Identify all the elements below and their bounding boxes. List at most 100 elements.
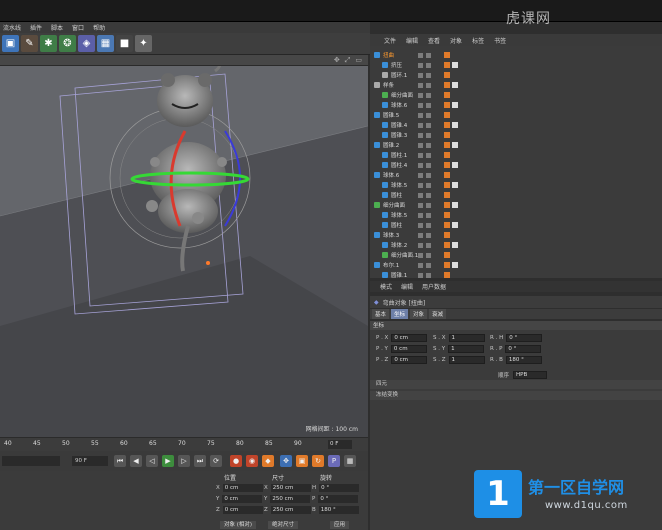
coordinate-input[interactable]: 0 ° bbox=[505, 345, 542, 353]
object-row[interactable]: 圆柱 bbox=[370, 190, 662, 200]
menu-item[interactable]: 书签 bbox=[494, 36, 506, 45]
apply-button[interactable]: 应用 bbox=[330, 521, 350, 529]
visibility-flags[interactable] bbox=[418, 242, 431, 248]
object-tags[interactable] bbox=[444, 162, 458, 169]
object-row[interactable]: 圆环.1 bbox=[370, 70, 662, 80]
object-row[interactable]: 圆锥.4 bbox=[370, 120, 662, 130]
visibility-flags[interactable] bbox=[418, 182, 431, 188]
object-row[interactable]: 球体.2 bbox=[370, 240, 662, 250]
object-row[interactable]: 布尔.1 bbox=[370, 260, 662, 270]
visibility-flags[interactable] bbox=[418, 262, 431, 268]
visibility-flags[interactable] bbox=[418, 102, 431, 108]
move-key-icon[interactable]: ✥ bbox=[280, 455, 292, 467]
quaternion-fold[interactable]: 四元 bbox=[370, 380, 662, 389]
play-icon[interactable]: ▶ bbox=[162, 455, 174, 467]
object-tags[interactable] bbox=[444, 142, 458, 149]
play-back-icon[interactable]: ◁ bbox=[146, 455, 158, 467]
visibility-flags[interactable] bbox=[418, 192, 431, 198]
object-tags[interactable] bbox=[444, 182, 458, 189]
attribute-subtab[interactable]: 基本 bbox=[372, 309, 390, 319]
visibility-flags[interactable] bbox=[418, 162, 431, 168]
timeline-ruler[interactable]: 0 F 40 45 50 55 60 65 70 75 80 85 90 bbox=[0, 437, 368, 451]
step-forward-icon[interactable]: ▷ bbox=[178, 455, 190, 467]
visibility-flags[interactable] bbox=[418, 52, 431, 58]
object-tags[interactable] bbox=[444, 272, 450, 279]
menu-item[interactable]: 文件 bbox=[384, 36, 396, 45]
object-tags[interactable] bbox=[444, 112, 450, 119]
object-row[interactable]: 样条 bbox=[370, 80, 662, 90]
visibility-flags[interactable] bbox=[418, 122, 431, 128]
object-row[interactable]: 圆柱.1 bbox=[370, 150, 662, 160]
object-tags[interactable] bbox=[444, 262, 458, 269]
object-tags[interactable] bbox=[444, 212, 450, 219]
visibility-flags[interactable] bbox=[418, 142, 431, 148]
menu-item[interactable]: 用户数据 bbox=[422, 282, 446, 291]
object-tags[interactable] bbox=[444, 202, 458, 209]
rotate-key-icon[interactable]: ↻ bbox=[312, 455, 324, 467]
object-row[interactable]: 挤压 bbox=[370, 60, 662, 70]
visibility-flags[interactable] bbox=[418, 132, 431, 138]
object-tags[interactable] bbox=[444, 252, 450, 259]
object-tags[interactable] bbox=[444, 172, 450, 179]
object-tags[interactable] bbox=[444, 62, 458, 69]
attribute-subtab[interactable]: 坐标 bbox=[391, 309, 409, 319]
light-icon[interactable]: ✦ bbox=[135, 35, 152, 52]
visibility-flags[interactable] bbox=[418, 172, 431, 178]
menu-item[interactable]: 帮助 bbox=[93, 23, 105, 32]
object-row[interactable]: 球体.6 bbox=[370, 170, 662, 180]
object-tags[interactable] bbox=[444, 132, 450, 139]
object-row[interactable]: 球体.3 bbox=[370, 230, 662, 240]
subdivision-icon[interactable]: ✱ bbox=[40, 35, 57, 52]
pen-icon[interactable]: ✎ bbox=[21, 35, 38, 52]
object-tags[interactable] bbox=[444, 242, 458, 249]
object-tags[interactable] bbox=[444, 102, 458, 109]
array-icon[interactable]: ❂ bbox=[59, 35, 76, 52]
maximize-view-icon[interactable]: ▭ bbox=[355, 56, 362, 65]
record-icon[interactable]: ● bbox=[230, 455, 242, 467]
coordinate-input[interactable]: 0 cm bbox=[391, 334, 428, 342]
object-tags[interactable] bbox=[444, 232, 450, 239]
visibility-flags[interactable] bbox=[418, 232, 431, 238]
keyframe-icon[interactable]: ◆ bbox=[262, 455, 274, 467]
param-key-icon[interactable]: P bbox=[328, 455, 340, 467]
object-row[interactable]: 圆柱.4 bbox=[370, 160, 662, 170]
object-row[interactable]: 圆锥.2 bbox=[370, 140, 662, 150]
current-frame[interactable]: 0 F bbox=[328, 440, 352, 449]
object-row[interactable]: 球体.5 bbox=[370, 180, 662, 190]
freeze-transform-fold[interactable]: 冻结变换 bbox=[370, 391, 662, 400]
menu-item[interactable]: 对象 bbox=[450, 36, 462, 45]
coord-input[interactable]: 250 cm bbox=[270, 506, 311, 514]
visibility-flags[interactable] bbox=[418, 62, 431, 68]
menu-item[interactable]: 标签 bbox=[472, 36, 484, 45]
visibility-flags[interactable] bbox=[418, 82, 431, 88]
loop-icon[interactable]: ⟳ bbox=[210, 455, 222, 467]
object-tags[interactable] bbox=[444, 92, 450, 99]
visibility-flags[interactable] bbox=[418, 72, 431, 78]
frame-start-field[interactable] bbox=[2, 456, 60, 466]
menu-item[interactable]: 插件 bbox=[30, 23, 42, 32]
step-back-icon[interactable]: ◀ bbox=[130, 455, 142, 467]
visibility-flags[interactable] bbox=[418, 252, 431, 258]
object-row[interactable]: 圆锥.1 bbox=[370, 270, 662, 280]
deformer-icon[interactable]: ◈ bbox=[78, 35, 95, 52]
floor-icon[interactable]: ▦ bbox=[97, 35, 114, 52]
coord-input[interactable]: 0 ° bbox=[318, 495, 359, 503]
object-tags[interactable] bbox=[444, 82, 458, 89]
scale-key-icon[interactable]: ▣ bbox=[296, 455, 308, 467]
visibility-flags[interactable] bbox=[418, 212, 431, 218]
coord-input[interactable]: 250 cm bbox=[270, 495, 311, 503]
camera-icon[interactable]: ■ bbox=[116, 35, 133, 52]
attribute-subtab[interactable]: 对象 bbox=[410, 309, 428, 319]
object-tags[interactable] bbox=[444, 52, 450, 59]
object-mode-select[interactable]: 对象 (相对) bbox=[220, 521, 257, 529]
object-row[interactable]: 扭曲 bbox=[370, 50, 662, 60]
object-row[interactable]: 圆锥.3 bbox=[370, 130, 662, 140]
coordinate-input[interactable]: 1 bbox=[448, 356, 485, 364]
coordinate-input[interactable]: 0 ° bbox=[506, 334, 543, 342]
menu-item[interactable]: 编辑 bbox=[401, 282, 413, 291]
go-to-end-icon[interactable]: ⏭ bbox=[194, 455, 206, 467]
coord-input[interactable]: 0 ° bbox=[319, 484, 360, 492]
object-tags[interactable] bbox=[444, 192, 450, 199]
object-row[interactable]: 圆锥.5 bbox=[370, 110, 662, 120]
menu-item[interactable]: 模式 bbox=[380, 282, 392, 291]
